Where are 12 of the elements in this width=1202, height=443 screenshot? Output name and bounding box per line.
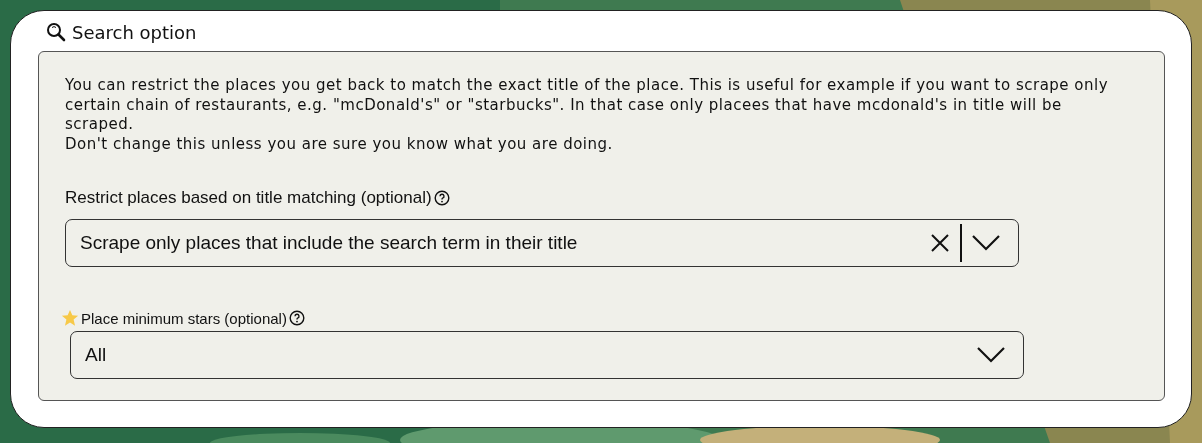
description-text: You can restrict the places you get back to match the exact title of the place. This is useful for example if you want to scrape only certain chain of restaurants, e.g. "mcDonald's" or "starbucks". In that case only placees that have mcdonald's in title will be scraped. Don't change this unless you are sure you know what you are doing.: [65, 76, 1110, 154]
search-icon: [46, 22, 66, 42]
field-label: Place minimum stars (optional): [81, 309, 287, 327]
chevron-down-icon[interactable]: [977, 347, 1005, 363]
select-field[interactable]: Scrape only places that include the search term in their title: [65, 219, 1019, 267]
help-icon[interactable]: [288, 310, 305, 326]
field-label: Restrict places based on title matching (optional): [65, 188, 432, 208]
section-title: Search option: [72, 21, 197, 43]
chevron-down-icon[interactable]: [972, 235, 1000, 251]
help-icon[interactable]: [433, 190, 450, 206]
clear-icon[interactable]: [930, 233, 950, 253]
select-field[interactable]: All: [70, 331, 1024, 379]
